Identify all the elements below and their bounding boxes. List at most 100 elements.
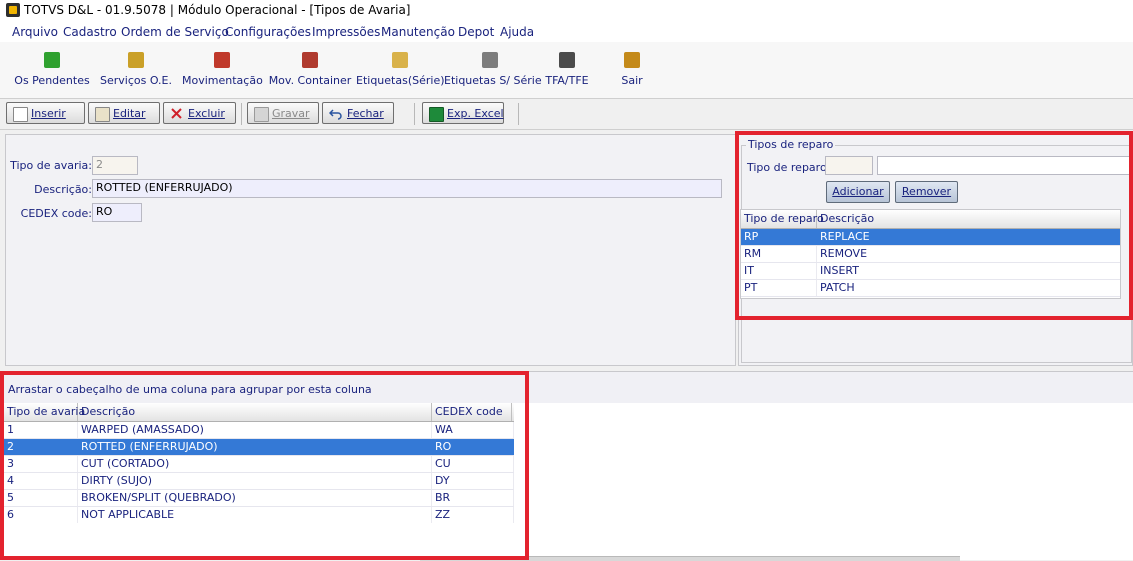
tipo-reparo-desc-field[interactable] <box>877 156 1132 175</box>
avaria-desc-cell: NOT APPLICABLE <box>78 507 432 523</box>
avaria-tipo-cell: 6 <box>4 507 78 523</box>
menu-configuracoes[interactable]: Configurações <box>225 25 311 39</box>
mov-container-button[interactable]: Mov. Container <box>266 44 354 94</box>
avaria-row[interactable]: 4 DIRTY (SUJO) DY <box>4 473 514 490</box>
avaria-tipo-cell: 3 <box>4 456 78 472</box>
app-icon <box>6 3 20 17</box>
fechar-button[interactable]: Fechar <box>322 102 394 124</box>
avaria-desc-cell: CUT (CORTADO) <box>78 456 432 472</box>
reparo-code-cell: RP <box>741 229 817 245</box>
col-descricao[interactable]: Descrição <box>78 403 432 421</box>
editar-button[interactable]: Editar <box>88 102 160 124</box>
menu-bar: Arquivo Cadastro Ordem de Serviço Config… <box>0 22 1133 42</box>
menu-ordem-de-servico[interactable]: Ordem de Serviço <box>121 25 229 39</box>
remover-label: Remover <box>901 185 952 198</box>
group-by-hint: Arrastar o cabeçalho de uma coluna para … <box>8 383 372 396</box>
printer-icon <box>482 52 498 68</box>
menu-arquivo[interactable]: Arquivo <box>12 25 58 39</box>
new-document-icon <box>13 107 28 122</box>
export-excel-button[interactable]: Exp. Excel <box>422 102 504 124</box>
menu-cadastro[interactable]: Cadastro <box>63 25 117 39</box>
menu-manutencao[interactable]: Manutenção <box>381 25 455 39</box>
tipo-avaria-field[interactable]: 2 <box>92 156 138 175</box>
undo-arrow-icon <box>328 107 342 120</box>
etiquetas-sem-serie-label: Etiquetas S/ Série <box>444 74 542 87</box>
avaria-grid: Tipo de avaria Descrição CEDEX code 1 WAR… <box>4 403 514 523</box>
avaria-cedex-cell: BR <box>432 490 514 506</box>
crane-icon <box>214 52 230 68</box>
avaria-grid-header: Tipo de avaria Descrição CEDEX code <box>4 403 514 422</box>
os-pendentes-label: Os Pendentes <box>14 74 90 87</box>
adicionar-button[interactable]: Adicionar <box>826 181 890 203</box>
inserir-button[interactable]: Inserir <box>6 102 85 124</box>
col-tipo-avaria[interactable]: Tipo de avaria <box>4 403 85 421</box>
movimentacao-button[interactable]: Movimentação <box>182 44 263 94</box>
remover-button[interactable]: Remover <box>895 181 958 203</box>
col-tipo-reparo[interactable]: Tipo de reparo <box>741 210 824 228</box>
delete-x-icon <box>170 107 183 120</box>
avaria-desc-cell: WARPED (AMASSADO) <box>78 422 432 438</box>
reparo-desc-cell: PATCH <box>817 280 1120 296</box>
gears-icon <box>559 52 575 68</box>
title-bar: TOTVS D&L - 01.9.5078 | Módulo Operacion… <box>0 0 1133 23</box>
avaria-tipo-cell: 1 <box>4 422 78 438</box>
fechar-label: Fechar <box>347 107 384 120</box>
exit-door-icon <box>624 52 640 68</box>
action-bar: Inserir Editar Excluir Gravar Fechar Exp… <box>0 99 1133 130</box>
menu-impressoes[interactable]: Impressões <box>312 25 380 39</box>
adicionar-label: Adicionar <box>832 185 884 198</box>
etiquetas-sem-serie-button[interactable]: Etiquetas S/ Série <box>444 44 542 94</box>
check-icon <box>44 52 60 68</box>
window-title: TOTVS D&L - 01.9.5078 | Módulo Operacion… <box>24 3 411 17</box>
avaria-desc-cell: DIRTY (SUJO) <box>78 473 432 489</box>
tipos-reparo-panel: Tipos de reparo Tipo de reparo: Adiciona… <box>738 134 1133 366</box>
excluir-button[interactable]: Excluir <box>163 102 236 124</box>
cedex-code-field[interactable]: RO <box>92 203 142 222</box>
avaria-row[interactable]: 6 NOT APPLICABLE ZZ <box>4 507 514 523</box>
tipo-reparo-code-field[interactable] <box>825 156 873 175</box>
reparo-desc-cell: REMOVE <box>817 246 1120 262</box>
servicos-oe-button[interactable]: Serviços O.E. <box>98 44 174 94</box>
avaria-desc-cell: ROTTED (ENFERRUJADO) <box>78 439 432 455</box>
toolbar-separator <box>241 103 242 125</box>
save-icon <box>254 107 269 122</box>
reparo-row[interactable]: RP REPLACE <box>741 229 1120 246</box>
tipo-reparo-label: Tipo de reparo: <box>747 161 831 174</box>
descricao-label: Descrição: <box>34 183 92 196</box>
etiquetas-serie-button[interactable]: Etiquetas(Série) <box>356 44 445 94</box>
avaria-row[interactable]: 5 BROKEN/SPLIT (QUEBRADO) BR <box>4 490 514 507</box>
sair-button[interactable]: Sair <box>612 44 652 94</box>
avaria-desc-cell: BROKEN/SPLIT (QUEBRADO) <box>78 490 432 506</box>
avaria-cedex-cell: ZZ <box>432 507 514 523</box>
descricao-field[interactable]: ROTTED (ENFERRUJADO) <box>92 179 722 198</box>
reparo-row[interactable]: RM REMOVE <box>741 246 1120 263</box>
avaria-tipo-cell: 4 <box>4 473 78 489</box>
container-icon <box>302 52 318 68</box>
col-cedex-code[interactable]: CEDEX code <box>432 403 512 421</box>
horizontal-scrollbar[interactable] <box>420 556 960 561</box>
export-excel-label: Exp. Excel <box>447 107 504 120</box>
etiquetas-serie-label: Etiquetas(Série) <box>356 74 445 87</box>
tfa-tfe-label: TFA/TFE <box>545 74 589 87</box>
editar-label: Editar <box>113 107 146 120</box>
tipo-avaria-label: Tipo de avaria: <box>10 159 92 172</box>
mov-container-label: Mov. Container <box>268 74 352 87</box>
reparo-code-cell: IT <box>741 263 817 279</box>
tfa-tfe-button[interactable]: TFA/TFE <box>540 44 594 94</box>
reparo-row[interactable]: PT PATCH <box>741 280 1120 297</box>
truck-icon <box>128 52 144 68</box>
col-descricao[interactable]: Descrição <box>817 210 1120 228</box>
excluir-label: Excluir <box>188 107 225 120</box>
os-pendentes-button[interactable]: Os Pendentes <box>10 44 94 94</box>
menu-depot[interactable]: Depot <box>458 25 494 39</box>
avaria-row[interactable]: 3 CUT (CORTADO) CU <box>4 456 514 473</box>
gravar-button[interactable]: Gravar <box>247 102 319 124</box>
avaria-cedex-cell: CU <box>432 456 514 472</box>
reparo-row[interactable]: IT INSERT <box>741 263 1120 280</box>
avaria-tipo-cell: 5 <box>4 490 78 506</box>
menu-ajuda[interactable]: Ajuda <box>500 25 534 39</box>
avaria-row[interactable]: 2 ROTTED (ENFERRUJADO) RO <box>4 439 514 456</box>
avaria-row[interactable]: 1 WARPED (AMASSADO) WA <box>4 422 514 439</box>
label-icon <box>392 52 408 68</box>
avaria-cedex-cell: WA <box>432 422 514 438</box>
